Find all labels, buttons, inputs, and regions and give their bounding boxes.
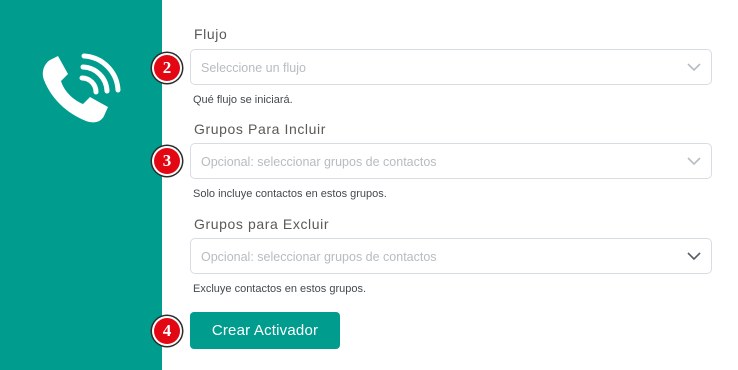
flow-label: Flujo xyxy=(194,26,228,42)
exclude-groups-select[interactable]: Opcional: seleccionar grupos de contacto… xyxy=(190,238,712,274)
phone-call-icon xyxy=(36,48,126,138)
exclude-groups-label: Grupos para Excluir xyxy=(194,216,330,232)
include-groups-label: Grupos Para Incluir xyxy=(194,121,327,137)
include-groups-select[interactable]: Opcional: seleccionar grupos de contacto… xyxy=(190,143,712,179)
chevron-down-icon xyxy=(687,157,701,166)
exclude-groups-help-text: Excluye contactos en estos grupos. xyxy=(193,283,367,295)
include-groups-placeholder: Opcional: seleccionar grupos de contacto… xyxy=(201,155,437,169)
chevron-down-icon xyxy=(687,252,701,261)
sidebar-panel xyxy=(0,0,162,370)
flow-select[interactable]: Seleccione un flujo xyxy=(190,49,712,85)
step-badge-2: 2 xyxy=(154,55,180,81)
include-groups-help-text: Solo incluye contactos en estos grupos. xyxy=(193,188,387,200)
flow-select-placeholder: Seleccione un flujo xyxy=(201,61,306,75)
chevron-down-icon xyxy=(687,63,701,72)
exclude-groups-placeholder: Opcional: seleccionar grupos de contacto… xyxy=(201,250,437,264)
step-badge-3: 3 xyxy=(154,148,180,174)
create-trigger-button[interactable]: Crear Activador xyxy=(190,312,340,349)
flow-help-text: Qué flujo se iniciará. xyxy=(193,94,293,106)
step-badge-4: 4 xyxy=(154,318,180,344)
